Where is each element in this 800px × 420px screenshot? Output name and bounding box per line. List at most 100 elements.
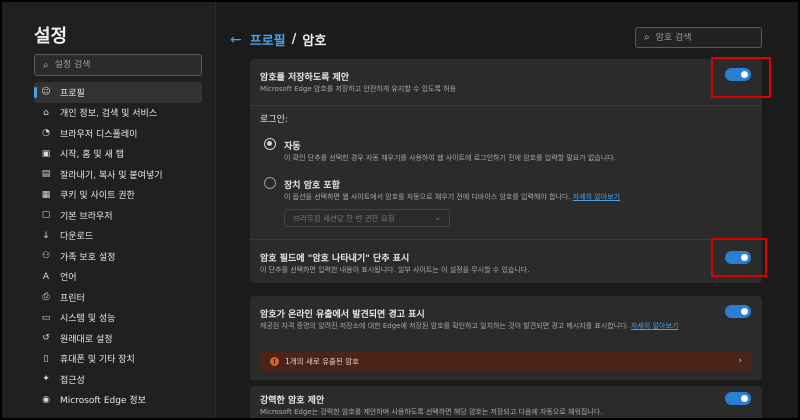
device-option-desc: 이 옵션을 선택하면 웹 사이트에서 암호를 자동으로 채우기 전에 디바이스 … — [284, 192, 754, 203]
sidebar-item-label: 원래대로 설정 — [60, 334, 113, 345]
phone-icon: ▯ — [43, 353, 49, 364]
sidebar-item-label: 기본 브라우저 — [60, 211, 113, 222]
leak-toggle[interactable] — [725, 305, 751, 318]
leak-link-part2: 알아보기 — [652, 322, 679, 330]
sidebar-item-label: 쿠키 및 사이트 권한 — [60, 191, 135, 202]
accessibility-icon: ✦ — [42, 374, 50, 385]
reveal-desc: 이 단추를 선택하면 입력한 내용이 표시됩니다. 일부 사이트는 이 설정을 … — [260, 266, 530, 274]
sidebar-item[interactable]: ⌂ 개인 정보, 검색 및 서비스 — [34, 103, 202, 124]
family-icon: ⚇ — [41, 251, 51, 262]
breadcrumb-separator: / — [291, 32, 297, 47]
strong-title: 강력한 암호 제안 — [260, 396, 325, 406]
sidebar-item-label: 브라우저 디스플레이 — [60, 129, 138, 140]
sidebar-item[interactable]: ▦ 쿠키 및 사이트 권한 — [34, 185, 202, 206]
download-icon: ↓ — [42, 230, 50, 241]
sidebar-item[interactable]: ↺ 원래대로 설정 — [34, 328, 202, 349]
sidebar-item-label: 프로필 — [60, 88, 85, 99]
edge-icon: ◉ — [42, 394, 50, 405]
password-search-box[interactable]: ⌕ — [635, 27, 762, 48]
search-icon: ⌕ — [644, 32, 650, 43]
sidebar-item[interactable]: ☺ 프로필 — [34, 82, 202, 103]
cookie-icon: ▦ — [41, 189, 51, 200]
sidebar-item[interactable]: ↓ 다운로드 — [34, 226, 202, 247]
sidebar-item-label: 다운로드 — [60, 232, 94, 243]
auth-frequency-value: 브라우징 세션당 한 번 권한 요청 — [293, 213, 395, 223]
chevron-right-icon: › — [738, 356, 742, 366]
reset-icon: ↺ — [42, 333, 50, 344]
strong-desc: Microsoft Edge는 강력한 암호를 제안하며 사용하도록 선택하면 … — [260, 408, 603, 416]
strong-password-card: 강력한 암호 제안 Microsoft Edge는 강력한 암호를 제안하며 사… — [250, 386, 762, 420]
settings-sidebar: 설정 ⌕ ☺ 프로필 ⌂ 개인 정보, 검색 및 서비스 ◔ 브라우저 디스플레이 ▣ 시작,… — [2, 2, 216, 418]
sidebar-item-label: 접근성 — [60, 375, 85, 386]
sidebar-item[interactable]: ◉ Microsoft Edge 정보 — [34, 390, 202, 411]
offer-save-title: 암호를 저장하도록 제안 — [260, 73, 350, 83]
chevron-down-icon: ⌄ — [434, 213, 441, 222]
password-settings-card: 암호를 저장하도록 제안 Microsoft Edge 암호를 저장하고 안전하… — [250, 59, 762, 283]
auth-frequency-select[interactable]: 브라우징 세션당 한 번 권한 요청 ⌄ — [284, 209, 450, 227]
highlight-box-offer-save — [711, 57, 771, 98]
sidebar-item[interactable]: ▣ 시작, 홈 및 새 탭 — [34, 144, 202, 165]
leak-link-part1: 자세히 — [631, 322, 651, 330]
leaked-password-alert[interactable]: ! 1개의 새로 유출된 암호 › — [260, 352, 752, 371]
sidebar-item-label: 프린터 — [60, 293, 85, 304]
leak-learn-more-link[interactable]: 자세히 알아보기 — [631, 322, 678, 330]
leak-title: 암호가 온라인 유출에서 발견되면 경고 표시 — [260, 310, 425, 320]
palette-icon: ◔ — [42, 128, 50, 139]
sidebar-item-label: 시스템 및 성능 — [60, 314, 116, 325]
offer-save-desc: Microsoft Edge 암호를 저장하고 안전하게 유지할 수 있도록 허… — [260, 85, 457, 93]
profile-icon: ☺ — [41, 87, 51, 98]
leaked-password-text: 1개의 새로 유출된 암호 — [285, 357, 360, 366]
breadcrumb: ← 프로필 / 암호 — [230, 30, 327, 50]
leak-desc: 제공된 자격 증명의 알려진 저장소에 대한 Edge에 저장된 암호를 확인하… — [260, 321, 730, 332]
warning-icon: ! — [270, 357, 279, 366]
divider — [250, 105, 762, 106]
sidebar-item-label: 시작, 홈 및 새 탭 — [60, 150, 124, 161]
printer-icon: ⎙ — [42, 292, 50, 303]
sidebar-item-label: 언어 — [60, 273, 77, 284]
sidebar-item-label: Microsoft Edge 정보 — [60, 396, 146, 407]
search-icon: ⌕ — [43, 59, 49, 71]
device-desc-text: 이 옵션을 선택하면 웹 사이트에서 암호를 자동으로 채우기 전에 디바이스 … — [284, 193, 571, 201]
password-search-input[interactable] — [655, 32, 748, 43]
offer-save-row: 암호를 저장하도록 제안 Microsoft Edge 암호를 저장하고 안전하… — [250, 59, 762, 103]
language-icon: A — [42, 271, 50, 282]
sidebar-item-label: 휴대폰 및 기타 장치 — [60, 355, 135, 366]
reveal-title: 암호 필드에 "암호 나타내기" 단추 표시 — [260, 254, 410, 264]
sidebar-item-label: 잘라내기, 복사 및 붙여넣기 — [60, 170, 163, 181]
highlight-box-reveal — [711, 238, 767, 277]
sidebar-item[interactable]: ▢ 기본 브라우저 — [34, 205, 202, 226]
back-arrow-icon[interactable]: ← — [230, 32, 242, 48]
settings-title: 설정 — [34, 26, 68, 47]
page-title: 암호 — [302, 34, 327, 49]
device-password-radio[interactable] — [264, 177, 276, 189]
auto-option-title: 자동 — [284, 142, 301, 152]
device-learn-more-link[interactable]: 자세히 알아보기 — [573, 193, 620, 201]
sidebar-item[interactable]: ✦ 접근성 — [34, 369, 202, 390]
sidebar-item[interactable]: ▭ 시스템 및 성능 — [34, 308, 202, 329]
sidebar-item[interactable]: ⚇ 가족 보호 설정 — [34, 246, 202, 267]
device-option-title: 장치 암호 포함 — [284, 181, 340, 191]
browser-icon: ▢ — [41, 210, 51, 221]
sidebar-nav: ☺ 프로필 ⌂ 개인 정보, 검색 및 서비스 ◔ 브라우저 디스플레이 ▣ 시작, 홈 및 … — [34, 82, 202, 410]
signin-label: 로그인: — [260, 115, 288, 125]
strong-toggle[interactable] — [725, 392, 751, 405]
home-icon: ▣ — [41, 148, 51, 159]
sidebar-item[interactable]: ⎙ 프린터 — [34, 287, 202, 308]
leak-desc-text: 제공된 자격 증명의 알려진 저장소에 대한 Edge에 저장된 암호를 확인하… — [260, 322, 629, 330]
leak-detection-card: 암호가 온라인 유출에서 발견되면 경고 표시 제공된 자격 증명의 알려진 저… — [250, 296, 762, 380]
auto-radio[interactable] — [264, 138, 276, 150]
sidebar-item[interactable]: A 언어 — [34, 267, 202, 288]
sidebar-item[interactable]: ◔ 브라우저 디스플레이 — [34, 123, 202, 144]
system-icon: ▭ — [41, 312, 51, 323]
settings-search-input[interactable] — [54, 60, 185, 70]
settings-search-box[interactable]: ⌕ — [34, 54, 202, 76]
breadcrumb-profile-link[interactable]: 프로필 — [250, 30, 286, 49]
reveal-button-row: 암호 필드에 "암호 나타내기" 단추 표시 이 단추를 선택하면 입력한 내용… — [250, 239, 762, 283]
sidebar-item-label: 개인 정보, 검색 및 서비스 — [60, 109, 158, 120]
lock-icon: ⌂ — [43, 107, 49, 118]
clipboard-icon: ▤ — [41, 169, 51, 180]
auto-option-desc: 이 확인 단추를 선택한 경우 자동 채우기를 사용하여 웹 사이트에 로그인하… — [284, 154, 616, 162]
sidebar-item-label: 가족 보호 설정 — [60, 252, 116, 263]
sidebar-item[interactable]: ▯ 휴대폰 및 기타 장치 — [34, 349, 202, 370]
sidebar-item[interactable]: ▤ 잘라내기, 복사 및 붙여넣기 — [34, 164, 202, 185]
